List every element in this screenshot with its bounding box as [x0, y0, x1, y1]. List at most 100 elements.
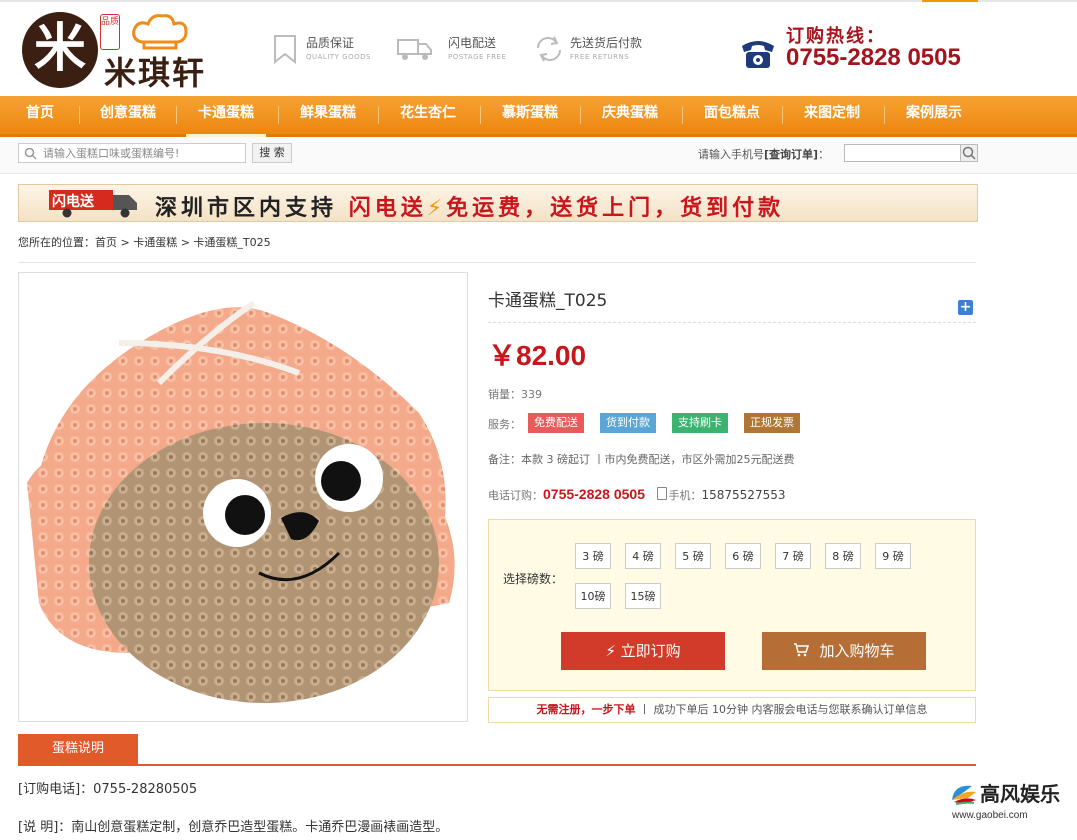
- feature-subtitle: POSTAGE FREE: [448, 53, 507, 61]
- nav-item-fruit[interactable]: 鲜果蛋糕: [292, 96, 364, 134]
- search-bar: 请输入蛋糕口味或蛋糕编号! 搜 索 请输入手机号[查询订单]：: [0, 137, 1077, 174]
- search-placeholder: 请输入蛋糕口味或蛋糕编号!: [43, 147, 180, 160]
- search-input[interactable]: 请输入蛋糕口味或蛋糕编号!: [18, 143, 246, 163]
- buy-now-button[interactable]: ⚡ 立即订购: [561, 632, 725, 670]
- hotline-number: 0755-2828 0505: [786, 44, 961, 71]
- add-to-cart-button[interactable]: 加入购物车: [762, 632, 926, 670]
- weight-option[interactable]: 15磅: [625, 583, 661, 609]
- weight-option[interactable]: 7 磅: [775, 543, 811, 569]
- service-badge: 免费配送: [528, 413, 584, 433]
- brand-name: 米琪轩: [104, 54, 207, 92]
- weight-option[interactable]: 6 磅: [725, 543, 761, 569]
- product-image[interactable]: [18, 272, 468, 722]
- order-query-suffix: ：: [818, 148, 830, 161]
- search-icon: [962, 146, 976, 160]
- truck-icon: [397, 39, 432, 60]
- order-query-label: 请输入手机号[查询订单]：: [698, 146, 829, 162]
- tab-cake-description[interactable]: 蛋糕说明: [18, 734, 138, 764]
- service-badge: 正规发票: [744, 413, 800, 433]
- nav-divider: [682, 106, 683, 124]
- service-badge: 支持刷卡: [672, 413, 728, 433]
- banner-text-a: 深圳市区内支持: [155, 196, 338, 221]
- nav-item-cases[interactable]: 案例展示: [898, 96, 970, 134]
- nav-item-creative[interactable]: 创意蛋糕: [92, 96, 164, 134]
- service-badge: 货到付款: [600, 413, 656, 433]
- nav-divider: [176, 106, 177, 124]
- nav-divider: [278, 106, 279, 124]
- buy-now-label: 立即订购: [620, 642, 681, 660]
- mobile-label: 手机：: [668, 489, 702, 502]
- lightning-icon: ⚡: [426, 196, 447, 221]
- product-title: 卡通蛋糕_T025: [488, 291, 608, 311]
- telephone-icon: [742, 41, 774, 68]
- nav-item-celebration[interactable]: 庆典蛋糕: [594, 96, 666, 134]
- breadcrumb[interactable]: 您所在的位置：首页 > 卡通蛋糕 > 卡通蛋糕_T025: [18, 234, 271, 250]
- service-label: 服务：: [488, 418, 521, 431]
- nav-item-home[interactable]: 首页: [14, 96, 66, 134]
- top-line: [0, 0, 1077, 2]
- purchase-box: 选择磅数： 3 磅 4 磅 5 磅 6 磅 7 磅 8 磅 9 磅 10磅 15…: [488, 519, 976, 691]
- order-query-bold: [查询订单]: [764, 148, 819, 161]
- order-query-button[interactable]: [960, 144, 978, 162]
- returns-icon: [537, 36, 561, 62]
- order-phone-input[interactable]: [844, 144, 962, 162]
- promo-banner[interactable]: 闪电送 深圳市区内支持 闪电送⚡免运费，送货上门，货到付款: [18, 184, 978, 222]
- nav-divider: [480, 106, 481, 124]
- description-phone: [订购电话]：0755-28280505: [18, 782, 198, 797]
- feature-delivery: 闪电配送 POSTAGE FREE: [397, 32, 510, 68]
- strip-text: 丨 成功下单后 10分钟 内客服会电话与您联系确认订单信息: [639, 703, 928, 716]
- nav-item-cartoon[interactable]: 卡通蛋糕: [186, 96, 266, 137]
- search-button[interactable]: 搜 索: [252, 143, 292, 163]
- lightning-icon: ⚡: [605, 642, 621, 660]
- watermark: 高风娱乐 www.gaobei.com: [950, 778, 1070, 824]
- divider: [488, 322, 976, 323]
- weight-option[interactable]: 3 磅: [575, 543, 611, 569]
- banner-tag: 闪电送: [52, 193, 95, 210]
- divider: [18, 262, 976, 263]
- feature-title: 先送货后付款: [570, 36, 643, 50]
- banner-text-b: 闪电送: [348, 196, 427, 221]
- cake-illustration: [27, 300, 455, 703]
- nav-divider: [884, 106, 885, 124]
- weight-option[interactable]: 4 磅: [625, 543, 661, 569]
- description-tabs: 蛋糕说明: [18, 734, 976, 766]
- weight-label: 选择磅数：: [503, 572, 564, 586]
- logo-seal: 品质: [100, 14, 120, 50]
- weight-option[interactable]: 5 磅: [675, 543, 711, 569]
- phone-order: 电话订购：0755-2828 0505 手机：15875527553: [488, 486, 785, 503]
- hotline: 订购热线： 0755-2828 0505: [738, 22, 978, 74]
- banner-message: 深圳市区内支持 闪电送⚡免运费，送货上门，货到付款: [155, 190, 784, 222]
- expand-plus-icon[interactable]: +: [958, 300, 973, 315]
- weight-option[interactable]: 9 磅: [875, 543, 911, 569]
- mobile-number: 15875527553: [701, 488, 786, 502]
- site-logo[interactable]: 米 品质 米琪轩: [20, 8, 220, 92]
- nav-divider: [79, 106, 80, 124]
- logo-mark-icon: 米: [22, 12, 98, 88]
- feature-quality: 品质保证 QUALITY GOODS: [270, 32, 380, 68]
- nav-item-bread[interactable]: 面包糕点: [696, 96, 768, 134]
- nav-divider: [782, 106, 783, 124]
- cart-icon: [794, 643, 810, 657]
- weight-option[interactable]: 10磅: [575, 583, 611, 609]
- feature-subtitle: QUALITY GOODS: [306, 53, 371, 61]
- feature-returns: 先送货后付款 FREE RETURNS: [534, 32, 664, 68]
- bookmark-icon: [274, 35, 296, 64]
- watermark-logo-icon: [952, 785, 976, 805]
- main-nav: 首页 创意蛋糕 卡通蛋糕 鲜果蛋糕 花生杏仁 慕斯蛋糕 庆典蛋糕 面包糕点 来图…: [0, 96, 1077, 137]
- chef-hat-icon: [132, 14, 188, 50]
- nav-item-mousse[interactable]: 慕斯蛋糕: [494, 96, 566, 134]
- nav-item-custom[interactable]: 来图定制: [796, 96, 868, 134]
- nav-item-peanut[interactable]: 花生杏仁: [392, 96, 464, 134]
- weight-option[interactable]: 8 磅: [825, 543, 861, 569]
- feature-title: 品质保证: [306, 36, 355, 50]
- watermark-url: www.gaobei.com: [952, 810, 1028, 821]
- order-note: 备注：本款 3 磅起订 丨市内免费配送，市区外需加25元配送费: [488, 453, 795, 466]
- search-icon: [24, 147, 37, 160]
- sales-count: 销量：339: [488, 388, 542, 401]
- nav-divider: [580, 106, 581, 124]
- mobile-phone-icon: [656, 487, 667, 500]
- strip-highlight: 无需注册，一步下单: [536, 703, 636, 716]
- top-line-accent: [922, 0, 978, 2]
- tel-label: 电话订购：: [488, 489, 543, 502]
- watermark-title: 高风娱乐: [980, 782, 1060, 806]
